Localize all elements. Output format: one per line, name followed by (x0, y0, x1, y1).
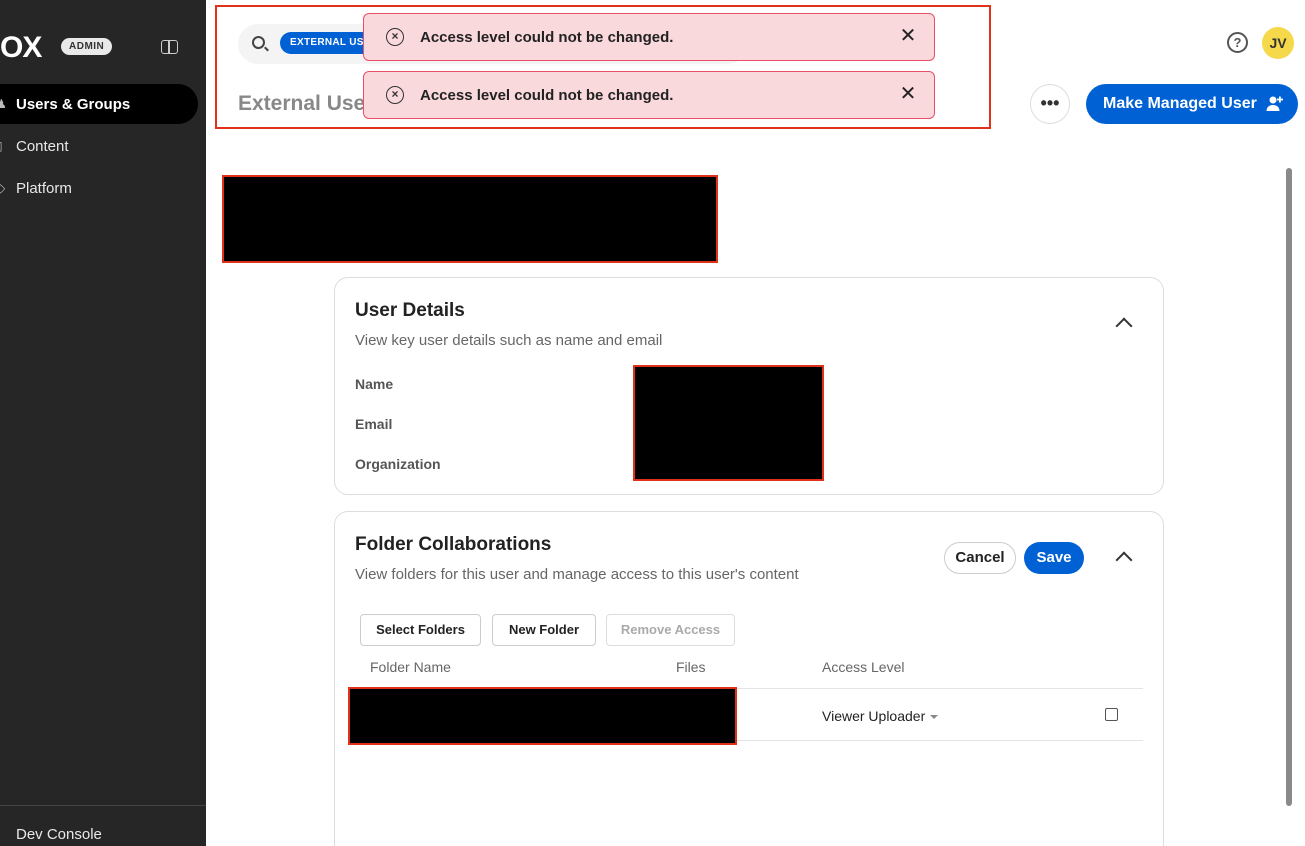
folder-collaborations-title: Folder Collaborations (355, 534, 552, 555)
new-folder-button[interactable]: New Folder (492, 614, 596, 646)
more-options-button[interactable]: ••• (1030, 84, 1070, 124)
field-label-organization: Organization (355, 456, 441, 472)
close-icon[interactable]: ✕ (898, 84, 918, 104)
error-toast: × Access level could not be changed. ✕ (363, 13, 935, 61)
sidebar-item-label: Content (16, 137, 69, 155)
folder-collaborations-card: Folder Collaborations View folders for t… (334, 511, 1164, 846)
column-header-folder-name[interactable]: Folder Name (370, 659, 451, 675)
user-details-subtitle: View key user details such as name and e… (355, 332, 663, 349)
field-label-email: Email (355, 416, 393, 432)
save-button[interactable]: Save (1024, 542, 1084, 574)
sidebar-item-users-groups[interactable]: ♟ Users & Groups (0, 84, 198, 124)
redacted-folder-name (348, 687, 737, 745)
collapse-sidebar-icon[interactable] (161, 40, 178, 54)
remove-access-button[interactable]: Remove Access (606, 614, 735, 646)
error-icon: × (386, 28, 404, 46)
help-icon[interactable]: ? (1227, 32, 1248, 53)
redacted-user-header (222, 175, 718, 263)
make-managed-user-button[interactable]: Make Managed User (1086, 84, 1298, 124)
toast-message: Access level could not be changed. (420, 28, 674, 46)
scrollbar-thumb[interactable] (1286, 168, 1292, 806)
toast-region: × Access level could not be changed. ✕ ×… (215, 5, 991, 129)
cancel-button[interactable]: Cancel (944, 542, 1016, 574)
toast-message: Access level could not be changed. (420, 86, 674, 104)
caret-down-icon (930, 715, 939, 720)
close-icon[interactable]: ✕ (898, 26, 918, 46)
folder-collaborations-subtitle: View folders for this user and manage ac… (355, 566, 799, 583)
field-label-name: Name (355, 376, 394, 392)
error-toast: × Access level could not be changed. ✕ (363, 71, 935, 119)
sidebar-item-label: Users & Groups (16, 95, 131, 113)
sidebar: OX ADMIN ♟ Users & Groups ▯ Content ◇ Pl… (0, 0, 206, 846)
column-header-access-level[interactable]: Access Level (822, 659, 904, 675)
admin-badge: ADMIN (61, 38, 113, 55)
platform-icon: ◇ (0, 181, 6, 195)
row-checkbox[interactable] (1105, 708, 1118, 721)
user-details-title: User Details (355, 300, 465, 321)
users-icon: ♟ (0, 97, 7, 111)
make-managed-user-label: Make Managed User (1103, 95, 1257, 112)
avatar[interactable]: JV (1262, 27, 1294, 59)
sidebar-divider (0, 805, 206, 806)
sidebar-item-label: Dev Console (16, 825, 102, 843)
select-folders-button[interactable]: Select Folders (360, 614, 481, 646)
access-level-value: Viewer Uploader (822, 708, 926, 724)
sidebar-item-label: Platform (16, 179, 72, 197)
content-icon: ▯ (0, 139, 3, 153)
chevron-up-icon[interactable] (1115, 551, 1133, 569)
person-add-icon (1266, 96, 1283, 111)
error-icon: × (386, 86, 404, 104)
access-level-dropdown[interactable]: Viewer Uploader (822, 708, 939, 724)
redacted-user-values (633, 365, 824, 481)
column-header-files[interactable]: Files (676, 659, 706, 675)
box-logo: OX (0, 31, 42, 64)
chevron-up-icon[interactable] (1115, 317, 1133, 335)
